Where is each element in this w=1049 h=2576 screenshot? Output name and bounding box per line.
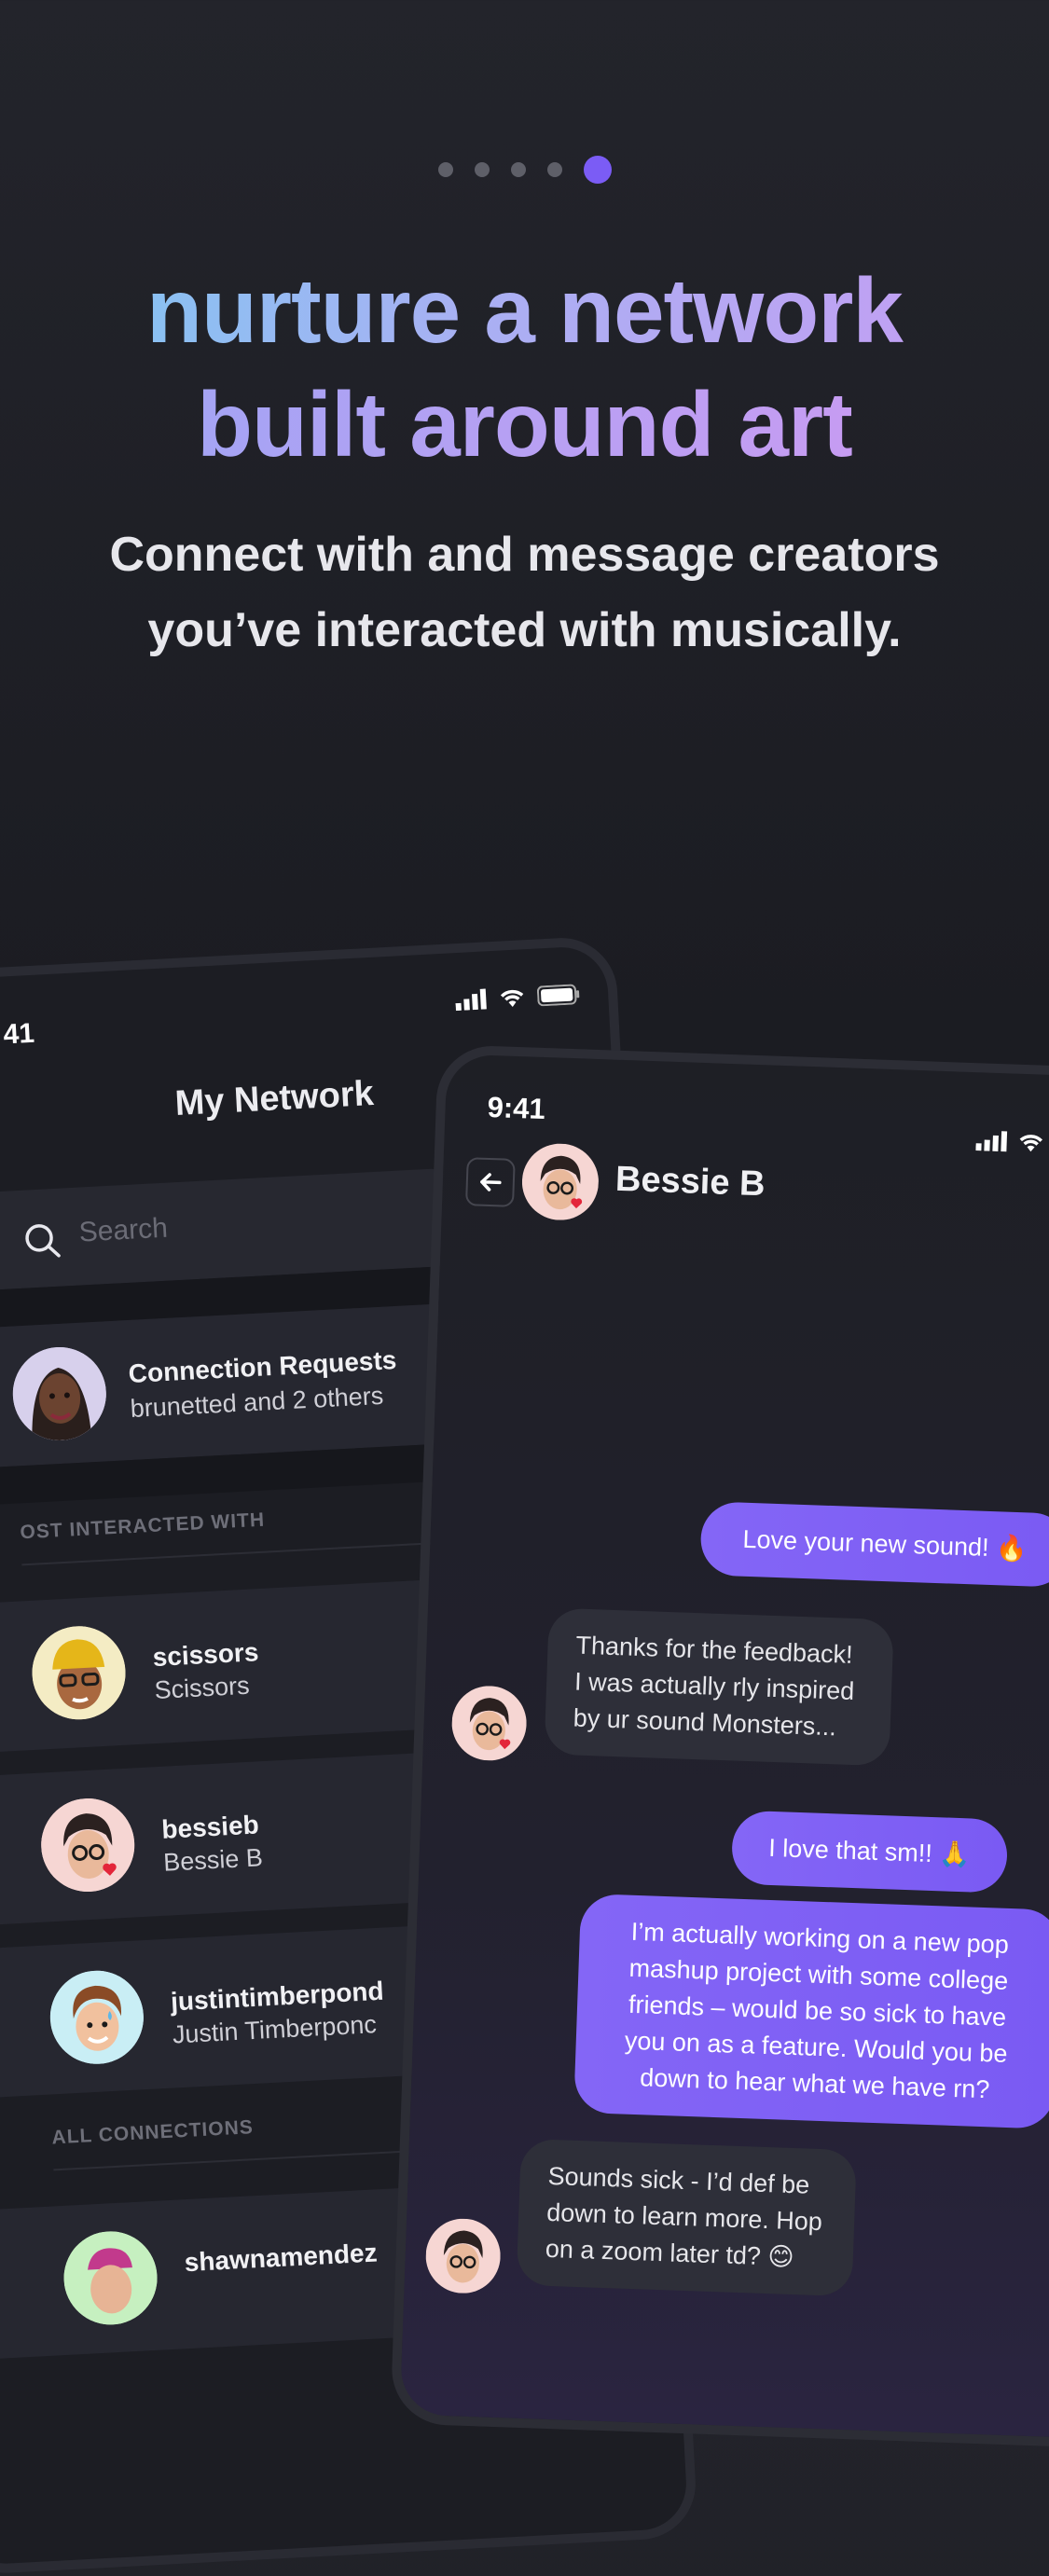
headline-line-1: nurture a network — [0, 254, 1049, 367]
contact-name: Bessie B — [162, 1843, 264, 1877]
message-bubble-received: Thanks for the feedback! I was actually … — [544, 1607, 894, 1767]
avatar — [38, 1796, 137, 1894]
chat-phone-mockup: 9:41 Bessie B Love your new sound! 🔥 Tha… — [390, 1044, 1049, 2449]
section-header-all-connections: ALL CONNECTIONS — [50, 2116, 255, 2149]
contact-username: bessieb — [160, 1810, 260, 1844]
page-title: My Network — [173, 1073, 375, 1124]
status-time: 9:41 — [487, 1090, 546, 1126]
contact-username: shawnamendez — [183, 2238, 379, 2278]
avatar — [29, 1623, 129, 1722]
page-dot[interactable] — [437, 162, 453, 177]
sender-avatar — [424, 2217, 503, 2295]
signal-icon — [455, 988, 487, 1012]
avatar — [61, 2228, 160, 2327]
page-dot[interactable] — [510, 162, 526, 177]
status-icons — [455, 984, 581, 1012]
connection-requests-subtitle: brunetted and 2 others — [129, 1381, 384, 1423]
wifi-icon — [500, 989, 524, 1007]
page-indicator — [0, 156, 1049, 184]
message-bubble-received: Sounds sick - I’d def be down to learn m… — [516, 2138, 857, 2297]
message-text: Love your new sound! 🔥 — [741, 1524, 1028, 1564]
arrow-left-icon — [480, 1173, 502, 1192]
page-dot[interactable] — [474, 162, 490, 177]
headline: nurture a network built around art — [0, 254, 1049, 481]
back-button[interactable] — [464, 1157, 516, 1207]
search-input[interactable]: Search — [78, 1213, 169, 1249]
avatar — [48, 1968, 146, 2067]
contact-name: Scissors — [153, 1671, 251, 1705]
subtitle-line-1: Connect with and message creators — [109, 528, 940, 582]
subtitle: Connect with and message creators you’ve… — [0, 517, 1049, 668]
subtitle-line-2: you’ve interacted with musically. — [147, 603, 902, 657]
divider — [21, 1540, 469, 1566]
sender-avatar — [450, 1684, 528, 1762]
status-time: 41 — [2, 1017, 35, 1051]
contact-card-scissors[interactable]: scissors Scissors — [0, 1577, 479, 1756]
wifi-icon — [1019, 1135, 1043, 1152]
contact-name: Bessie B — [614, 1159, 766, 1205]
message-text: I love that sm!! 🙏 — [767, 1833, 972, 1869]
status-icons — [975, 1130, 1045, 1153]
search-icon — [25, 1224, 61, 1258]
message-bubble-sent: Love your new sound! 🔥 — [699, 1501, 1049, 1588]
page-dot[interactable] — [546, 162, 562, 177]
headline-line-2: built around art — [0, 367, 1049, 481]
signal-icon — [975, 1131, 1008, 1152]
contact-username: scissors — [151, 1637, 260, 1673]
avatar — [10, 1344, 109, 1443]
battery-icon — [536, 984, 580, 1007]
section-header-most-interacted: OST INTERACTED WITH — [19, 1508, 266, 1544]
message-bubble-sent: I’m actually working on a new pop mashup… — [573, 1893, 1049, 2129]
contact-name: Justin Timberponc — [172, 2010, 378, 2049]
contact-avatar[interactable] — [520, 1142, 600, 1222]
page-dot-active[interactable] — [583, 156, 612, 184]
message-bubble-sent: I love that sm!! 🙏 — [730, 1810, 1009, 1894]
